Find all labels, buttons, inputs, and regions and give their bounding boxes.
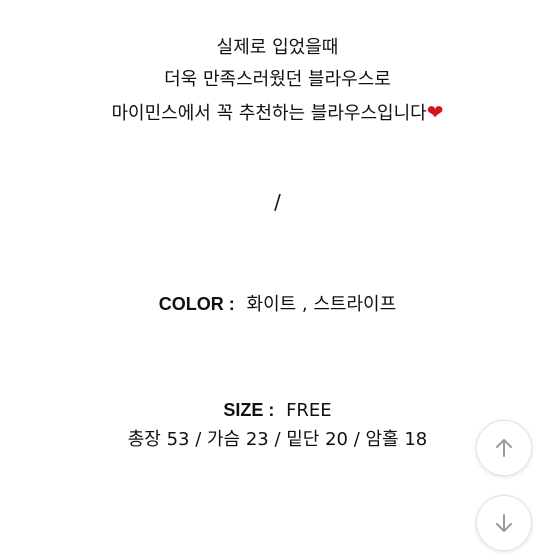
- description-line-2: 더욱 만족스러웠던 블라우스로: [0, 68, 555, 92]
- color-value: 화이트 , 스트라이프: [246, 294, 397, 315]
- separator: /: [274, 190, 281, 214]
- description-text-1: 실제로 입었을때: [216, 37, 339, 58]
- description-line-1: 실제로 입었을때: [0, 36, 555, 60]
- description-line-3: 마이민스에서 꼭 추천하는 블라우스입니다❤: [0, 100, 555, 126]
- color-label: COLOR :: [158, 294, 235, 314]
- color-info: COLOR : 화이트 , 스트라이프: [0, 292, 555, 317]
- scroll-down-button[interactable]: [476, 495, 532, 551]
- size-value: FREE: [286, 400, 332, 421]
- arrow-up-icon: [496, 439, 512, 457]
- size-label: SIZE :: [223, 400, 275, 420]
- size-info: SIZE : FREE: [0, 398, 555, 423]
- scroll-up-button[interactable]: [476, 420, 532, 476]
- description-text-3: 마이민스에서 꼭 추천하는 블라우스입니다: [111, 103, 427, 124]
- description-text-2: 더욱 만족스러웠던 블라우스로: [164, 69, 391, 90]
- arrow-down-icon: [496, 514, 512, 532]
- size-measurements: 총장 53 / 가슴 23 / 밑단 20 / 암홀 18: [127, 429, 428, 450]
- heart-icon: ❤: [426, 100, 444, 124]
